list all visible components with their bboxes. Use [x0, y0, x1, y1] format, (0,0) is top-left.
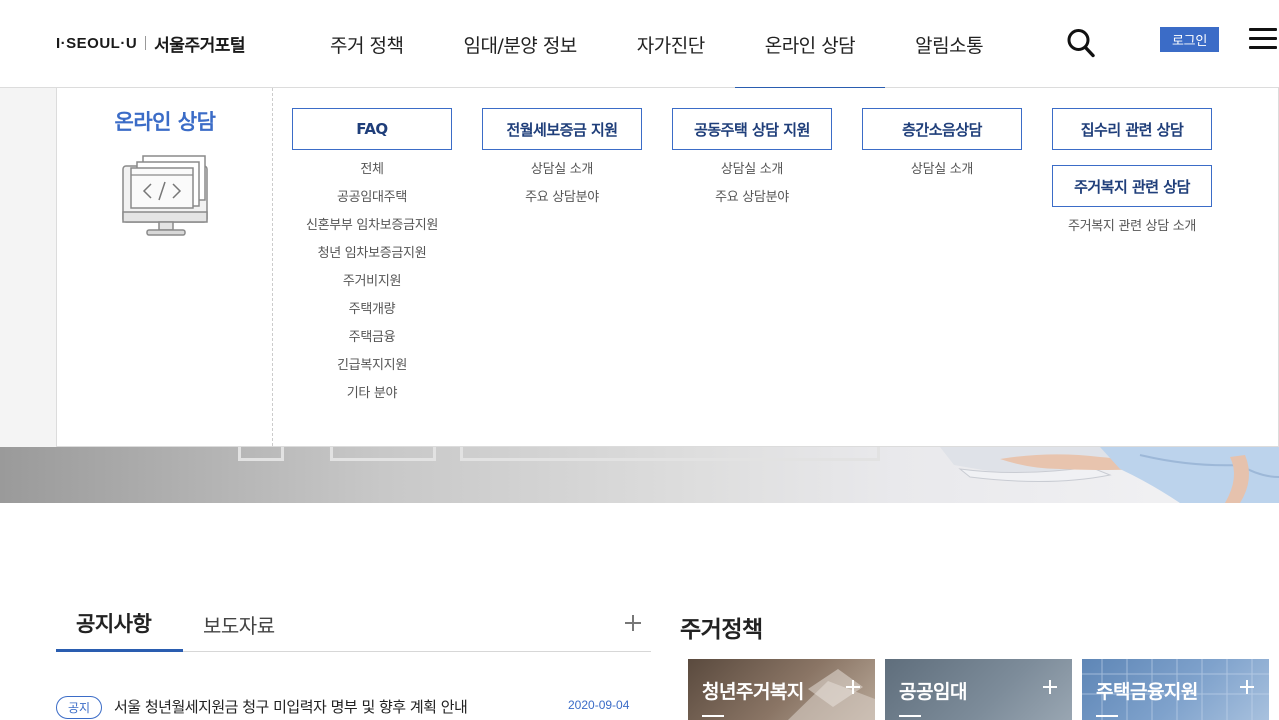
nav-self-diagnosis[interactable]: 자가진단 — [637, 0, 705, 88]
nav-housing-policy[interactable]: 주거 정책 — [330, 0, 404, 88]
deposit-support-links: 상담실 소개 주요 상담분야 — [482, 160, 642, 216]
policy-card-public-rental[interactable]: 공공임대 — [885, 659, 1072, 720]
tab-press-releases[interactable]: 보도자료 — [203, 610, 275, 639]
active-tab-indicator — [56, 649, 183, 652]
faq-link-all[interactable]: 전체 — [292, 160, 452, 188]
nav-notice-communication[interactable]: 알림소통 — [915, 0, 983, 88]
notice-list-item[interactable]: 공지 서울 청년월세지원금 청구 미입력자 명부 및 향후 계획 안내 2020… — [56, 693, 646, 719]
card-underline — [702, 715, 724, 717]
deposit-link-fields[interactable]: 주요 상담분야 — [482, 188, 642, 216]
mega-column-deposit-support: 전월세보증금 지원 상담실 소개 주요 상담분야 — [482, 108, 642, 216]
policy-card-label: 주택금융지원 — [1096, 681, 1198, 703]
policy-card-label: 공공임대 — [899, 681, 967, 703]
menu-box-noise-consulting[interactable]: 층간소음상담 — [862, 108, 1022, 150]
mega-column-noise-consulting: 층간소음상담 상담실 소개 — [862, 108, 1022, 188]
deposit-link-intro[interactable]: 상담실 소개 — [482, 160, 642, 188]
faq-link-youth-deposit[interactable]: 청년 임차보증금지원 — [292, 244, 452, 272]
card-underline — [1096, 715, 1118, 717]
notice-date: 2020-09-04 — [568, 698, 630, 712]
welfare-link-intro[interactable]: 주거복지 관련 상담 소개 — [1052, 217, 1212, 245]
computer-code-icon — [122, 155, 208, 236]
nav-rental-sale-info[interactable]: 임대/분양 정보 — [463, 0, 577, 88]
menu-box-faq[interactable]: FAQ — [292, 108, 452, 150]
search-icon — [1067, 29, 1095, 58]
housing-policy-title: 주거정책 — [680, 617, 763, 643]
menu-box-deposit-support[interactable]: 전월세보증금 지원 — [482, 108, 642, 150]
noise-consulting-links: 상담실 소개 — [862, 160, 1022, 188]
plus-icon — [846, 680, 860, 694]
welfare-consulting-links: 주거복지 관련 상담 소개 — [1052, 217, 1212, 245]
banner-decoration — [238, 447, 284, 461]
laptop-hands-image — [940, 447, 1279, 503]
plus-icon[interactable] — [623, 613, 643, 633]
hamburger-menu-icon[interactable] — [1249, 28, 1277, 50]
notice-title[interactable]: 서울 청년월세지원금 청구 미입력자 명부 및 향후 계획 안내 — [114, 696, 468, 717]
faq-link-housing-cost[interactable]: 주거비지원 — [292, 272, 452, 300]
faq-link-home-improvement[interactable]: 주택개량 — [292, 300, 452, 328]
tab-notices[interactable]: 공지사항 — [76, 608, 152, 638]
plus-icon — [1240, 680, 1254, 694]
notice-tabs: 공지사항 보도자료 — [56, 600, 651, 652]
main-visual-banner — [0, 447, 1279, 503]
faq-link-public-rental[interactable]: 공공임대주택 — [292, 188, 452, 216]
logo-text: 서울주거포털 — [154, 35, 246, 56]
faq-link-newlywed-deposit[interactable]: 신혼부부 임차보증금지원 — [292, 216, 452, 244]
plus-icon — [1043, 680, 1057, 694]
banner-decoration — [460, 447, 880, 461]
menu-box-repair-consulting[interactable]: 집수리 관련 상담 — [1052, 108, 1212, 150]
search-button[interactable] — [1066, 27, 1096, 59]
apartment-support-links: 상담실 소개 주요 상담분야 — [672, 160, 832, 216]
faq-link-emergency-welfare[interactable]: 긴급복지지원 — [292, 356, 452, 384]
mega-menu-panel: 온라인 상담 FAQ 전체 공공임대주택 신혼부부 임차보증금지원 청년 임차보… — [56, 88, 1279, 447]
notice-badge: 공지 — [56, 696, 102, 719]
main-navigation: 주거 정책 임대/분양 정보 자가진단 온라인 상담 알림소통 — [330, 0, 984, 89]
mega-column-repair-welfare: 집수리 관련 상담 주거복지 관련 상담 주거복지 관련 상담 소개 — [1052, 108, 1212, 245]
login-button[interactable]: 로그인 — [1160, 27, 1219, 52]
site-logo[interactable]: I·SEOUL·U 서울주거포털 — [56, 30, 246, 56]
faq-links: 전체 공공임대주택 신혼부부 임차보증금지원 청년 임차보증금지원 주거비지원 … — [292, 160, 452, 412]
menu-box-welfare-consulting[interactable]: 주거복지 관련 상담 — [1052, 165, 1212, 207]
apartment-link-fields[interactable]: 주요 상담분야 — [672, 188, 832, 216]
faq-link-housing-finance[interactable]: 주택금융 — [292, 328, 452, 356]
policy-card-housing-finance[interactable]: 주택금융지원 — [1082, 659, 1269, 720]
mega-menu-side: 온라인 상담 — [57, 88, 273, 446]
noise-link-intro[interactable]: 상담실 소개 — [862, 160, 1022, 188]
mega-menu-left-background — [0, 88, 56, 447]
card-underline — [899, 715, 921, 717]
apartment-link-intro[interactable]: 상담실 소개 — [672, 160, 832, 188]
policy-card-youth-welfare[interactable]: 청년주거복지 — [688, 659, 875, 720]
banner-decoration — [330, 447, 436, 461]
nav-online-consulting[interactable]: 온라인 상담 — [734, 0, 886, 89]
logo-mark: I·SEOUL·U — [56, 34, 138, 52]
logo-divider — [145, 36, 147, 50]
mega-column-faq: FAQ 전체 공공임대주택 신혼부부 임차보증금지원 청년 임차보증금지원 주거… — [292, 108, 452, 412]
site-header: I·SEOUL·U 서울주거포털 주거 정책 임대/분양 정보 자가진단 온라인… — [0, 0, 1279, 89]
faq-link-other[interactable]: 기타 분야 — [292, 384, 452, 412]
menu-box-apartment-support[interactable]: 공동주택 상담 지원 — [672, 108, 832, 150]
policy-card-label: 청년주거복지 — [702, 681, 804, 703]
mega-column-apartment-support: 공동주택 상담 지원 상담실 소개 주요 상담분야 — [672, 108, 832, 216]
mega-menu-title: 온라인 상담 — [114, 110, 216, 134]
